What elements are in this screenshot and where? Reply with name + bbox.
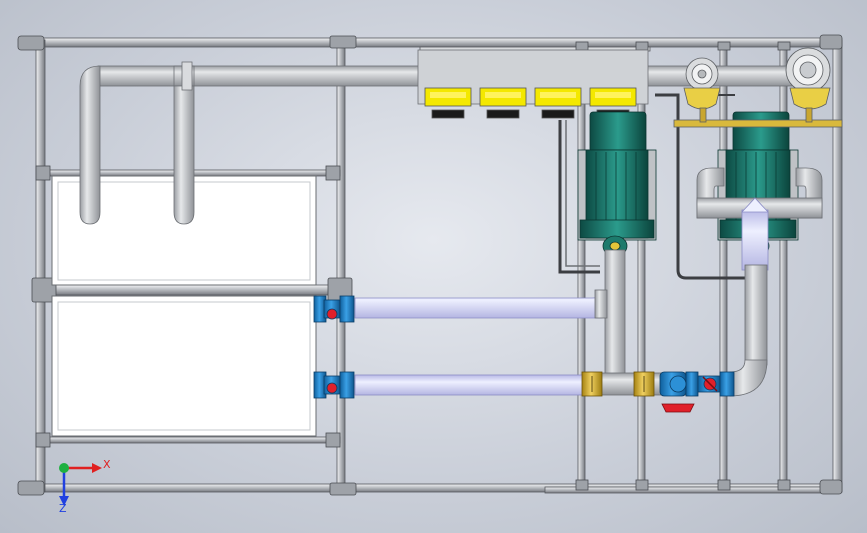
- cad-viewport[interactable]: X Z: [0, 0, 867, 533]
- assembly-drawing: [17, 34, 843, 506]
- module-3: [534, 87, 582, 119]
- pump-motor-1: [577, 111, 657, 257]
- yellow-modules: [417, 49, 649, 119]
- module-1: [424, 87, 472, 119]
- lavender-pipes: [354, 289, 605, 396]
- module-2: [479, 87, 527, 119]
- axis-x-label: X: [103, 458, 111, 471]
- axis-z-label: Z: [59, 502, 67, 515]
